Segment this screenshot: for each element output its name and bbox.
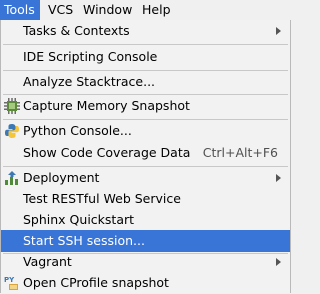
menu-item-label: Vagrant — [23, 254, 72, 269]
menu-item-ide-scripting-console[interactable]: IDE Scripting Console — [1, 46, 290, 68]
menu-item-label: Capture Memory Snapshot — [23, 98, 190, 113]
menu-item-show-code-coverage-data[interactable]: Show Code Coverage Data Ctrl+Alt+F6 — [1, 142, 290, 164]
submenu-arrow-icon — [276, 258, 281, 266]
menu-vcs[interactable]: VCS — [44, 0, 74, 20]
menu-item-label: Test RESTful Web Service — [23, 191, 181, 206]
menu-separator — [3, 44, 288, 45]
menu-item-label: Open CProfile snapshot — [23, 275, 169, 290]
tools-dropdown-menu: Tasks & Contexts IDE Scripting Console A… — [0, 20, 291, 293]
submenu-arrow-icon — [276, 27, 281, 35]
menu-item-sphinx-quickstart[interactable]: Sphinx Quickstart — [1, 209, 290, 231]
menu-help-label: Help — [142, 2, 171, 17]
menu-item-analyze-stacktrace[interactable]: Analyze Stacktrace... — [1, 71, 290, 93]
menu-item-vagrant[interactable]: Vagrant — [1, 251, 290, 273]
menu-item-start-ssh-session[interactable]: Start SSH session... — [1, 230, 290, 252]
menu-item-label: Show Code Coverage Data — [23, 145, 191, 160]
menu-item-tasks-contexts[interactable]: Tasks & Contexts — [1, 20, 290, 42]
menu-item-open-cprofile-snapshot[interactable]: PY Open CProfile snapshot — [1, 272, 290, 294]
submenu-arrow-icon — [276, 174, 281, 182]
menu-item-label: IDE Scripting Console — [23, 49, 158, 64]
menu-item-python-console[interactable]: Python Console... — [1, 120, 290, 142]
menu-vcs-label: VCS — [48, 2, 74, 17]
menu-item-label: Tasks & Contexts — [23, 23, 130, 38]
svg-text:PY: PY — [4, 276, 15, 284]
menu-item-shortcut: Ctrl+Alt+F6 — [202, 145, 278, 160]
memory-snapshot-icon — [4, 98, 20, 114]
menu-item-label: Deployment — [23, 170, 100, 185]
menu-tools[interactable]: Tools — [0, 0, 40, 20]
menu-item-label: Python Console... — [23, 123, 132, 138]
python-icon — [5, 124, 19, 138]
deployment-icon — [5, 171, 18, 185]
menu-window-label: Window — [83, 2, 133, 17]
menu-item-test-restful-web-service[interactable]: Test RESTful Web Service — [1, 188, 290, 210]
cprofile-icon: PY — [4, 276, 18, 290]
menu-item-capture-memory-snapshot[interactable]: Capture Memory Snapshot — [1, 95, 290, 117]
menu-window[interactable]: Window — [79, 0, 133, 20]
menu-tools-label: Tools — [4, 2, 35, 17]
menu-item-label: Analyze Stacktrace... — [23, 74, 156, 89]
menu-help[interactable]: Help — [138, 0, 174, 20]
menu-item-deployment[interactable]: Deployment — [1, 167, 290, 189]
menu-item-label: Sphinx Quickstart — [23, 212, 135, 227]
menu-bar: Tools VCS Window Help — [0, 0, 291, 20]
menu-item-label: Start SSH session... — [23, 233, 145, 248]
